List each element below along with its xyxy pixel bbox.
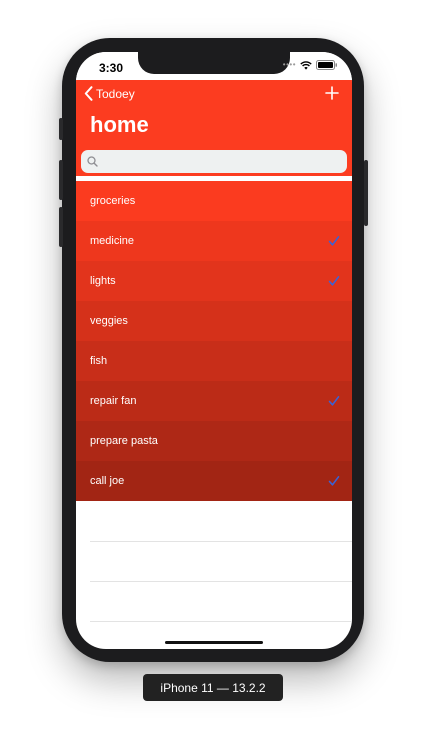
- notch: [138, 52, 290, 74]
- chevron-left-icon: [84, 86, 93, 101]
- wifi-icon: [300, 60, 312, 70]
- todo-list: groceries medicine lights veggies fish repair…: [76, 181, 352, 501]
- todo-label: veggies: [90, 315, 128, 327]
- back-button-label: Todoey: [96, 86, 135, 101]
- volume-up-button: [59, 160, 63, 200]
- checkmark-icon: [328, 236, 340, 246]
- search-icon: [87, 156, 98, 167]
- status-time: 3:30: [99, 61, 124, 75]
- empty-row: [90, 542, 352, 582]
- todo-row[interactable]: call joe: [76, 461, 352, 501]
- todo-row[interactable]: repair fan: [76, 381, 352, 421]
- status-bar: 3:30 ••••: [76, 52, 352, 80]
- todo-row[interactable]: fish: [76, 341, 352, 381]
- empty-row: [90, 582, 352, 622]
- todo-label: medicine: [90, 235, 135, 247]
- page-title: home: [90, 112, 149, 137]
- add-item-button[interactable]: [324, 85, 340, 101]
- power-button: [364, 160, 368, 226]
- todo-row[interactable]: groceries: [76, 181, 352, 221]
- todo-row[interactable]: prepare pasta: [76, 421, 352, 461]
- empty-row: [90, 502, 352, 542]
- volume-down-button: [59, 207, 63, 247]
- home-indicator[interactable]: [165, 641, 263, 644]
- phone-screen: 3:30 •••• Todoey home groceries medicine…: [76, 52, 352, 649]
- todo-label: prepare pasta: [90, 435, 158, 447]
- todo-label: fish: [90, 355, 108, 367]
- mute-switch: [59, 118, 63, 140]
- search-bar[interactable]: [81, 150, 347, 173]
- back-button[interactable]: Todoey: [84, 86, 135, 101]
- todo-label: lights: [90, 275, 116, 287]
- battery-icon: [316, 60, 337, 70]
- todo-label: call joe: [90, 475, 125, 487]
- device-caption: iPhone 11 — 13.2.2: [143, 674, 283, 701]
- checkmark-icon: [328, 396, 340, 406]
- todo-label: groceries: [90, 195, 136, 207]
- checkmark-icon: [328, 476, 340, 486]
- todo-row[interactable]: medicine: [76, 221, 352, 261]
- cellular-signal-icon: ••••: [282, 60, 296, 69]
- navigation-bar: Todoey home: [76, 80, 352, 176]
- todo-row[interactable]: veggies: [76, 301, 352, 341]
- todo-row[interactable]: lights: [76, 261, 352, 301]
- status-icons: ••••: [283, 60, 338, 70]
- plus-icon: [325, 86, 339, 100]
- checkmark-icon: [328, 276, 340, 286]
- todo-label: repair fan: [90, 395, 137, 407]
- search-input[interactable]: [98, 154, 347, 169]
- empty-list-area: [76, 502, 352, 622]
